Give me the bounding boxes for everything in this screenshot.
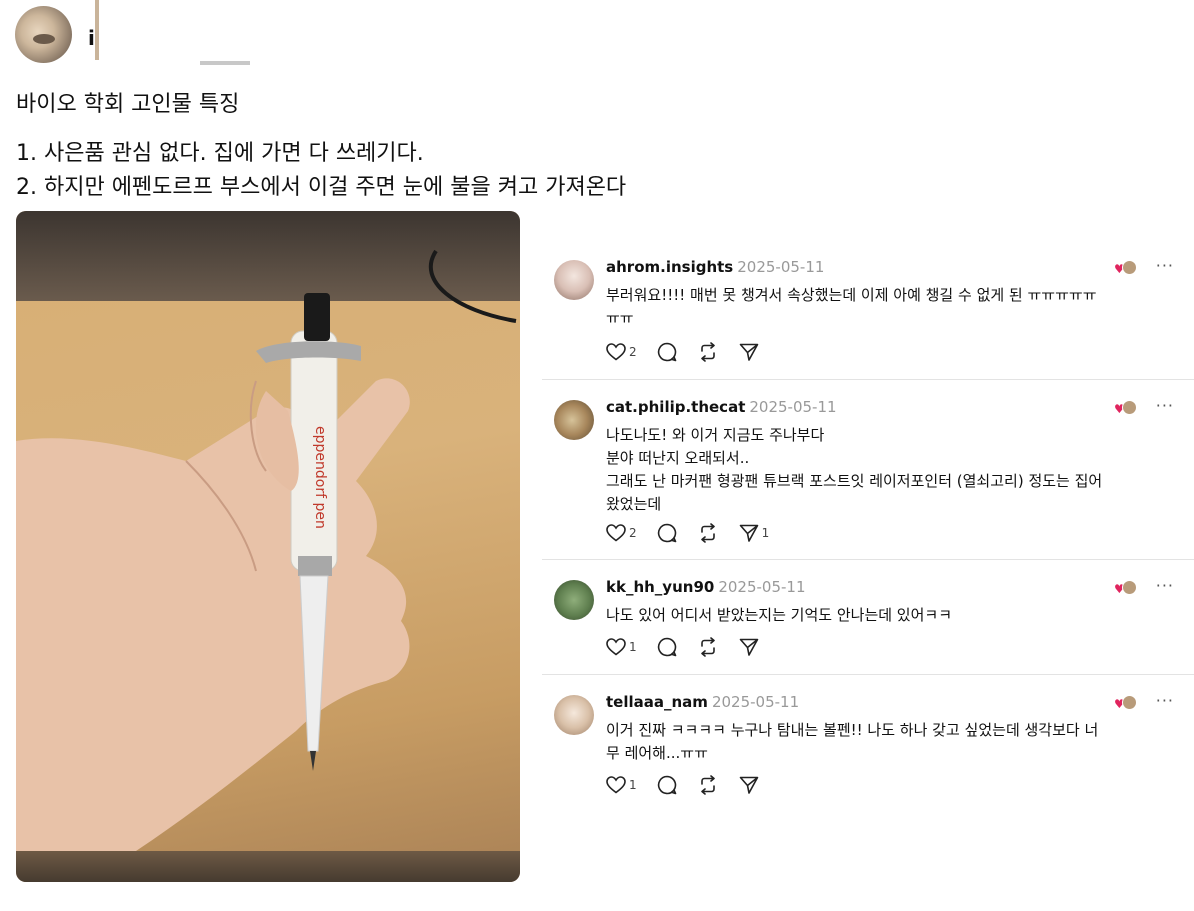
like-count: 1	[629, 640, 637, 654]
heart-outline-icon	[606, 638, 626, 656]
share-count: 1	[761, 526, 770, 540]
post-text-line-2: 2. 하지만 에펜도르프 부스에서 이걸 주면 눈에 불을 켜고 가져온다	[16, 175, 627, 200]
comment-header: ahrom.insights 2025-05-11	[606, 258, 824, 276]
like-button[interactable]: 1	[606, 635, 637, 659]
speech-bubble-icon	[657, 523, 676, 543]
like-button[interactable]: 2	[606, 340, 637, 364]
comment-text-line: ㅠㅠ	[606, 309, 634, 327]
mini-avatar	[1122, 260, 1137, 275]
repost-button[interactable]	[697, 635, 719, 659]
comment-item: cat.philip.thecat 2025-05-11 ♥ ··· 나도나도! …	[542, 380, 1194, 560]
comment-text: 부러워요!!!! 매번 못 챙겨서 속상했는데 이제 아예 챙길 수 없게 된 …	[606, 284, 1176, 330]
author-liked-indicator: ♥	[1114, 695, 1137, 711]
author-liked-indicator: ♥	[1114, 260, 1137, 276]
paper-plane-icon	[739, 776, 758, 794]
comment-date: 2025-05-11	[749, 398, 837, 416]
cursor-bar	[95, 0, 99, 60]
post-header: i	[15, 0, 275, 66]
reply-button[interactable]	[657, 773, 677, 797]
comment-username[interactable]: kk_hh_yun90	[606, 578, 714, 596]
comment-text-line: 무 레어해...ㅠㅠ	[606, 744, 708, 762]
underline-bar	[200, 61, 250, 65]
paper-plane-icon	[739, 524, 758, 542]
comment-header: cat.philip.thecat 2025-05-11	[606, 398, 837, 416]
reply-button[interactable]	[657, 340, 677, 364]
share-button[interactable]	[739, 635, 762, 659]
comment-actions: 2 1	[606, 521, 789, 545]
share-button[interactable]	[739, 773, 762, 797]
pen-in-hand-illustration: eppendorf pen	[16, 249, 517, 882]
post-title: 바이오 학회 고인물 특징	[16, 92, 240, 117]
share-button[interactable]	[739, 340, 762, 364]
comment-item: ahrom.insights 2025-05-11 ♥ ··· 부러워요!!!! …	[542, 240, 1194, 380]
like-count: 2	[629, 526, 637, 540]
comment-header: tellaaa_nam 2025-05-11	[606, 693, 799, 711]
repost-button[interactable]	[697, 340, 719, 364]
speech-bubble-icon	[657, 637, 676, 657]
more-options-icon[interactable]: ···	[1156, 256, 1174, 275]
comment-actions: 1	[606, 773, 782, 797]
commenter-avatar[interactable]	[554, 400, 594, 440]
comment-item: tellaaa_nam 2025-05-11 ♥ ··· 이거 진짜 ㅋㅋㅋㅋ 누…	[542, 675, 1194, 815]
comment-text: 나도나도! 와 이거 지금도 주나부다 분야 떠난지 오래되서.. 그래도 난 …	[606, 424, 1176, 516]
commenter-avatar[interactable]	[554, 580, 594, 620]
heart-outline-icon	[606, 343, 626, 361]
comment-text-line: 이거 진짜 ㅋㅋㅋㅋ 누구나 탐내는 볼펜!! 나도 하나 갖고 싶었는데 생각…	[606, 721, 1099, 739]
more-options-icon[interactable]: ···	[1156, 396, 1174, 415]
comment-date: 2025-05-11	[718, 578, 806, 596]
reply-button[interactable]	[657, 521, 677, 545]
comment-item: kk_hh_yun90 2025-05-11 ♥ ··· 나도 있어 어디서 받았…	[542, 560, 1194, 675]
comment-actions: 2	[606, 340, 782, 364]
repost-arrows-icon	[700, 342, 715, 362]
speech-bubble-icon	[657, 342, 676, 362]
comment-header: kk_hh_yun90 2025-05-11	[606, 578, 806, 596]
like-count: 1	[629, 778, 637, 792]
commenter-avatar[interactable]	[554, 260, 594, 300]
commenter-avatar[interactable]	[554, 695, 594, 735]
speech-bubble-icon	[657, 775, 676, 795]
repost-arrows-icon	[700, 637, 715, 657]
author-avatar[interactable]	[15, 6, 72, 63]
comment-text-line: 나도 있어 어디서 받았는지는 기억도 안나는데 있어ㅋㅋ	[606, 606, 953, 624]
reply-button[interactable]	[657, 635, 677, 659]
paper-plane-icon	[739, 638, 758, 656]
author-liked-indicator: ♥	[1114, 580, 1137, 596]
repost-arrows-icon	[700, 775, 715, 795]
photo-desk-edge	[16, 851, 520, 882]
repost-button[interactable]	[697, 521, 719, 545]
like-button[interactable]: 1	[606, 773, 637, 797]
comment-text-line: 분야 떠난지 오래되서..	[606, 449, 750, 467]
mini-avatar	[1122, 400, 1137, 415]
comment-text-line: 그래도 난 마커팬 형광팬 튜브랙 포스트잇 레이저포인터 (열쇠고리) 정도는…	[606, 472, 1103, 490]
pen-brand-label: eppendorf pen	[312, 426, 328, 529]
comments-list: ahrom.insights 2025-05-11 ♥ ··· 부러워요!!!! …	[542, 240, 1194, 815]
comment-username[interactable]: cat.philip.thecat	[606, 398, 745, 416]
comment-date: 2025-05-11	[711, 693, 800, 711]
comment-text-line: 나도나도! 와 이거 지금도 주나부다	[606, 426, 825, 444]
comment-actions: 1	[606, 635, 782, 659]
like-count: 2	[629, 345, 637, 359]
heart-outline-icon	[606, 776, 626, 794]
post-photo[interactable]: eppendorf pen	[16, 211, 520, 882]
comment-text: 이거 진짜 ㅋㅋㅋㅋ 누구나 탐내는 볼펜!! 나도 하나 갖고 싶었는데 생각…	[606, 719, 1176, 765]
repost-button[interactable]	[697, 773, 719, 797]
share-button[interactable]: 1	[739, 521, 770, 545]
comment-text: 나도 있어 어디서 받았는지는 기억도 안나는데 있어ㅋㅋ	[606, 604, 1176, 627]
like-button[interactable]: 2	[606, 521, 637, 545]
author-liked-indicator: ♥	[1114, 400, 1137, 416]
more-options-icon[interactable]: ···	[1156, 691, 1174, 710]
author-username[interactable]: i	[88, 26, 95, 50]
comment-text-line: 부러워요!!!! 매번 못 챙겨서 속상했는데 이제 아예 챙길 수 없게 된 …	[606, 286, 1097, 304]
mini-avatar	[1122, 580, 1137, 595]
comment-username[interactable]: tellaaa_nam	[606, 693, 708, 711]
comment-username[interactable]: ahrom.insights	[606, 258, 733, 276]
comment-date: 2025-05-11	[737, 258, 825, 276]
comment-text-line: 왔었는데	[606, 495, 662, 513]
post-text-line-1: 1. 사은품 관심 없다. 집에 가면 다 쓰레기다.	[16, 141, 424, 166]
more-options-icon[interactable]: ···	[1156, 576, 1174, 595]
mini-avatar	[1122, 695, 1137, 710]
heart-outline-icon	[606, 524, 626, 542]
paper-plane-icon	[739, 343, 758, 361]
repost-arrows-icon	[700, 523, 715, 543]
